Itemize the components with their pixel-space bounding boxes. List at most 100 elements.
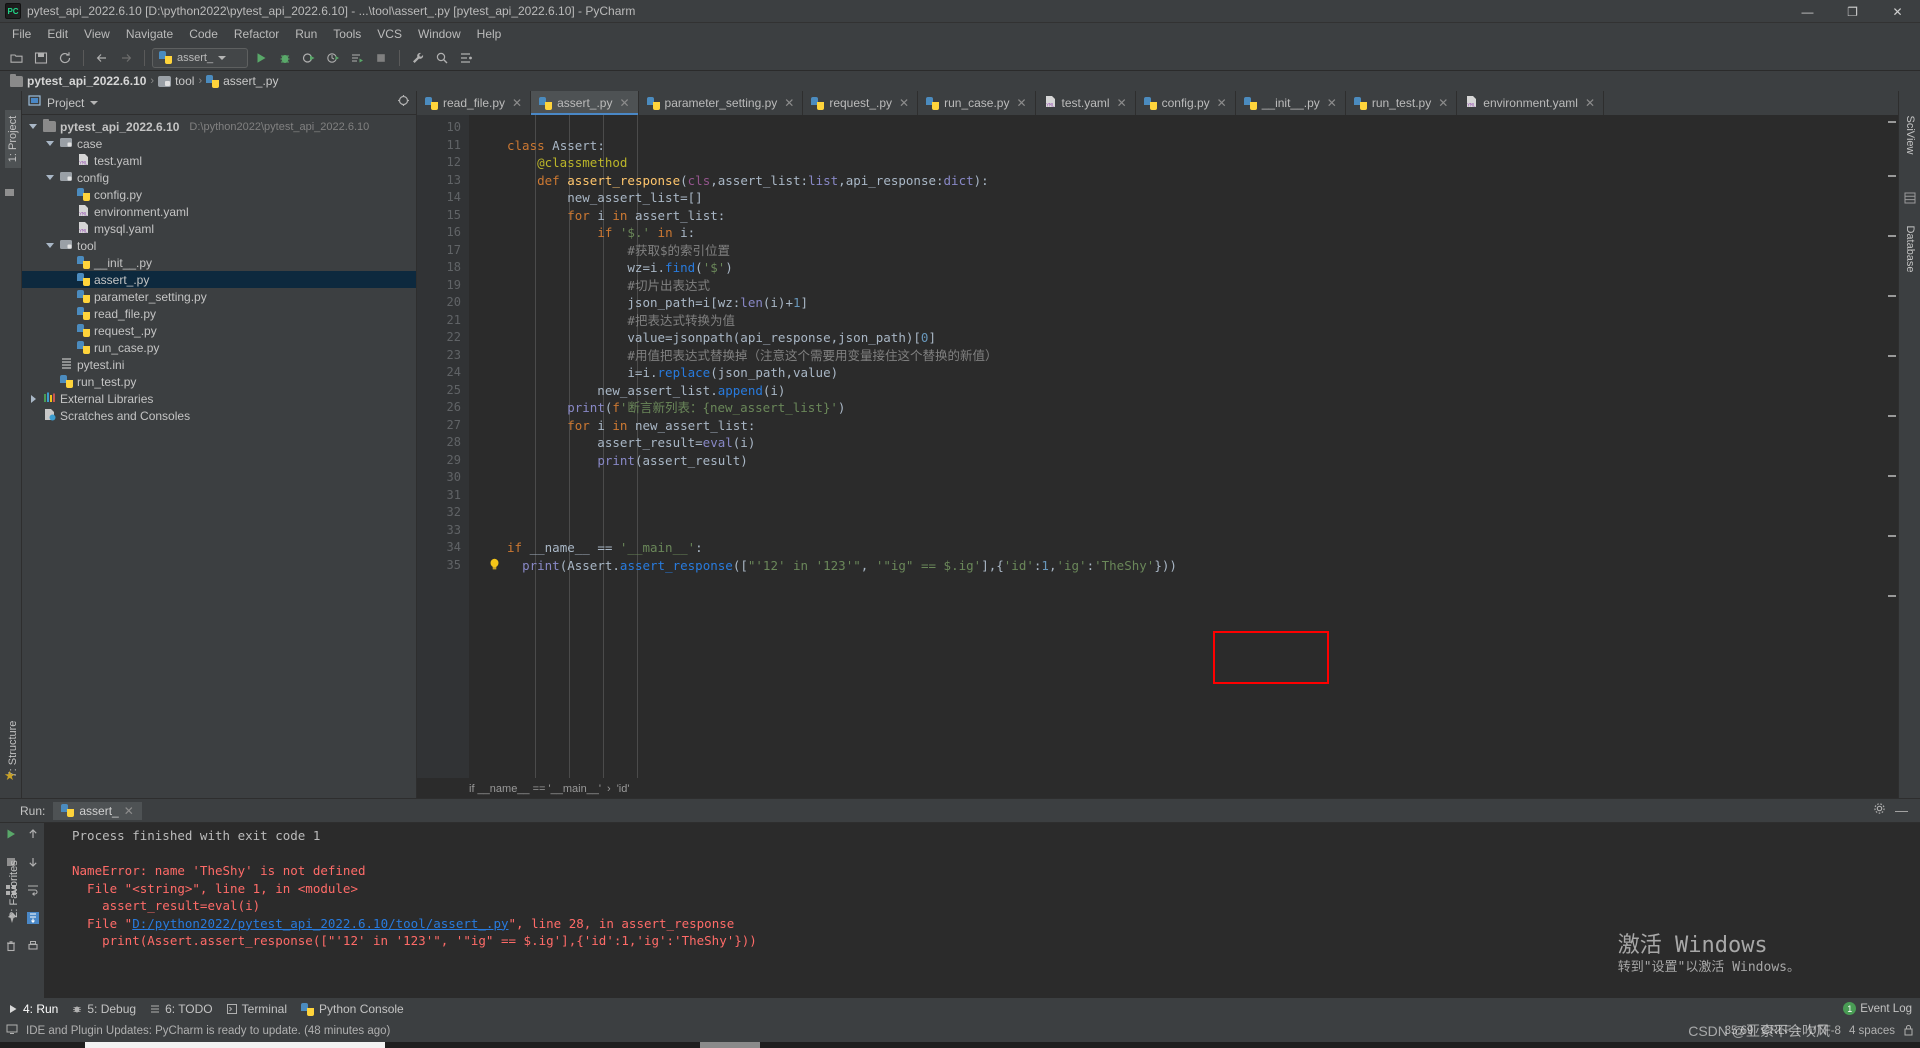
line-number[interactable]: 18 [417,259,469,277]
editor-tab-bar[interactable]: read_file.py ✕ assert_.py ✕ parameter_settin… [417,91,1898,115]
menu-run[interactable]: Run [287,25,325,43]
soft-wrap-icon[interactable] [27,883,39,901]
close-icon[interactable]: ✕ [512,96,522,110]
run-console-output[interactable]: Process finished with exit code 1 NameEr… [44,823,1920,998]
profile-icon[interactable] [322,47,344,69]
console-file-link[interactable]: D:/python2022/pytest_api_2022.6.10/tool/… [132,916,508,931]
save-icon[interactable] [30,47,52,69]
maximize-button[interactable]: ❐ [1830,0,1875,23]
code-text[interactable]: class Assert: @classmethod def assert_re… [469,115,1886,778]
code-line[interactable]: class Assert: [469,137,1886,155]
tree-item-run-case-py[interactable]: run_case.py [22,339,416,356]
star-icon[interactable]: ★ [4,768,16,784]
line-number[interactable]: 31 [417,487,469,505]
code-line[interactable] [469,119,1886,137]
editor-tab-run-test-py[interactable]: run_test.py ✕ [1345,91,1458,115]
code-line[interactable]: value=jsonpath(api_response,json_path)[0… [469,329,1886,347]
code-line[interactable]: i=i.replace(json_path,value) [469,364,1886,382]
tab-todo[interactable]: 6: TODO [150,1002,213,1016]
close-icon[interactable]: ✕ [124,804,134,818]
code-line[interactable]: #用值把表达式替换掉（注意这个需要用变量接住这个替换的新值） [469,347,1886,365]
locate-target-icon[interactable] [397,94,410,112]
run-with-params-icon[interactable] [346,47,368,69]
tree-item-tool[interactable]: tool [22,237,416,254]
menu-window[interactable]: Window [410,25,469,43]
back-arrow-icon[interactable] [91,47,113,69]
down-arrow-icon[interactable] [27,855,39,873]
close-icon[interactable]: ✕ [899,96,909,110]
close-button[interactable]: ✕ [1875,0,1920,23]
line-number[interactable]: 24 [417,364,481,382]
tree-item-config[interactable]: config [22,169,416,186]
open-folder-icon[interactable] [6,47,28,69]
close-icon[interactable]: ✕ [784,96,794,110]
status-message[interactable]: IDE and Plugin Updates: PyCharm is ready… [26,1025,390,1037]
line-number[interactable]: 35 [417,557,469,575]
line-number[interactable]: 13 [417,172,481,190]
editor-tab-test-yaml[interactable]: YML test.yaml ✕ [1035,91,1136,115]
tree-item-config-py[interactable]: config.py [22,186,416,203]
gear-icon[interactable] [1873,802,1886,820]
tree-item--init-py[interactable]: __init__.py [22,254,416,271]
project-tree[interactable]: pytest_api_2022.6.10 D:\python2022\pytest… [22,115,416,798]
line-number[interactable]: 27 [417,417,481,435]
line-number[interactable]: 26 [417,399,469,417]
line-number[interactable]: 15 [417,207,481,225]
run-icon[interactable] [250,47,272,69]
tree-item-assert-py[interactable]: assert_.py [22,271,416,288]
close-icon[interactable]: ✕ [1217,96,1227,110]
line-number[interactable]: 34 [417,539,482,557]
event-log[interactable]: 1 Event Log [1843,1002,1912,1015]
run-coverage-icon[interactable] [298,47,320,69]
code-line[interactable]: print(assert_result) [469,452,1886,470]
tab-debug[interactable]: 5: Debug [72,1002,136,1016]
code-line[interactable] [469,469,1886,487]
code-line[interactable]: assert_result=eval(i) [469,434,1886,452]
code-line[interactable] [469,522,1886,540]
breadcrumb-item-file[interactable]: assert_.py [223,74,278,88]
run-tab-assert[interactable]: assert_ ✕ [53,801,142,820]
tree-toggle-down-icon[interactable] [28,124,38,129]
line-number[interactable]: 14 [417,189,469,207]
sidebar-tab-favorites[interactable]: 2: Favorites [6,853,22,925]
scroll-to-end-icon[interactable] [27,911,39,929]
editor-tab-read-file-py[interactable]: read_file.py ✕ [417,91,532,115]
code-line[interactable]: print(f'断言新列表：{new_assert_list}') [469,399,1886,417]
line-number[interactable]: 25 [417,382,481,400]
tree-toggle-down-icon[interactable] [45,141,55,146]
editor-tab-parameter-setting-py[interactable]: parameter_setting.py ✕ [638,91,804,115]
up-arrow-icon[interactable] [27,827,39,845]
line-number[interactable]: 23 [417,347,469,365]
tree-item-external-libraries[interactable]: External Libraries [22,390,416,407]
close-icon[interactable]: ✕ [1016,96,1026,110]
editor-tab-config-py[interactable]: config.py ✕ [1135,91,1236,115]
chevron-down-icon[interactable] [90,100,99,105]
debug-icon[interactable] [274,47,296,69]
print-icon[interactable] [27,939,39,957]
line-number[interactable]: 29 [417,452,481,470]
stop-icon[interactable] [370,47,392,69]
menu-refactor[interactable]: Refactor [226,25,287,43]
tree-item-environment-yaml[interactable]: YML environment.yaml [22,203,416,220]
menu-view[interactable]: View [76,25,118,43]
tree-toggle-right-icon[interactable] [28,394,38,403]
close-icon[interactable]: ✕ [619,96,629,110]
trash-icon[interactable] [5,939,17,957]
line-number[interactable]: 11 [417,137,481,155]
tab-python-console[interactable]: Python Console [301,1002,404,1016]
code-line[interactable] [469,504,1886,522]
line-number[interactable]: 32 [417,504,469,522]
line-number[interactable]: 16 [417,224,481,242]
code-line[interactable]: #把表达式转换为值 [469,312,1886,330]
line-number-gutter[interactable]: 10 11 12 13 14 15 16 17 18 19 20 21 22 23 24 25 26 27 28 29… [417,115,482,778]
code-line[interactable]: wz=i.find('$') [469,259,1886,277]
code-line[interactable]: for i in assert_list: [469,207,1886,225]
breadcrumb-item-tool[interactable]: tool [175,74,194,88]
tree-item-mysql-yaml[interactable]: YML mysql.yaml [22,220,416,237]
table-icon[interactable] [1904,191,1916,209]
bottom-breadcrumb-scope[interactable]: if __name__ == '__main__' [469,783,601,795]
editor-tab--init-py[interactable]: __init__.py ✕ [1235,91,1346,115]
structure-strip-icon[interactable] [4,187,16,205]
editor-tab-run-case-py[interactable]: run_case.py ✕ [918,91,1036,115]
tree-item-run-test-py[interactable]: run_test.py [22,373,416,390]
